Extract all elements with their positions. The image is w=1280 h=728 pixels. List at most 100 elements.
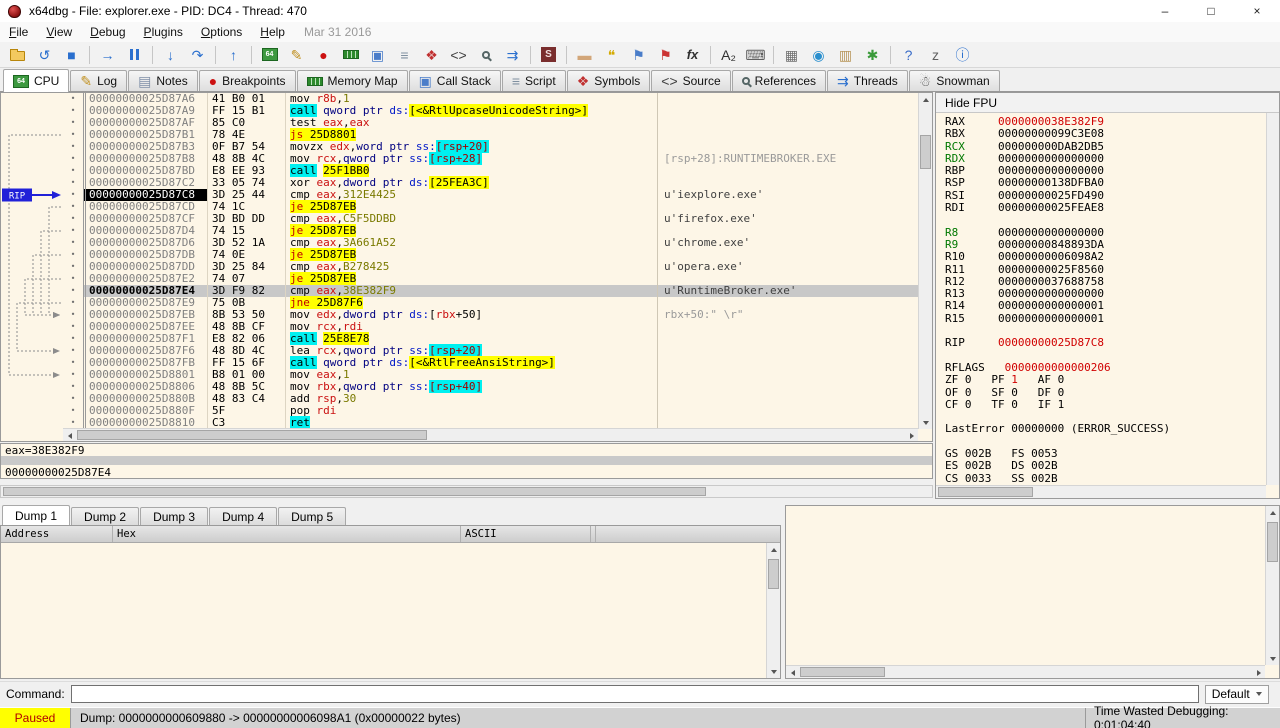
toolbar-separator xyxy=(890,46,891,64)
disasm-comment xyxy=(657,321,918,333)
snowman-icon[interactable]: S xyxy=(535,44,562,66)
command-label: Command: xyxy=(6,687,65,701)
menu-bar: FileViewDebugPluginsOptionsHelpMar 31 20… xyxy=(0,22,1280,42)
references-icon[interactable] xyxy=(472,44,499,66)
tab-references[interactable]: References xyxy=(732,70,826,91)
title-bar: x64dbg - File: explorer.exe - PID: DC4 -… xyxy=(0,0,1280,22)
status-time: Time Wasted Debugging: 0:01:04:40 xyxy=(1086,708,1280,728)
breakpoint-dot-icon: • xyxy=(63,237,83,249)
disassembly-vscrollbar[interactable] xyxy=(918,93,932,429)
calculator-icon[interactable]: ▦ xyxy=(778,44,805,66)
notify-icon[interactable]: z xyxy=(922,44,949,66)
tab-symbols[interactable]: ❖Symbols xyxy=(567,70,651,91)
menu-options[interactable]: Options xyxy=(192,23,251,41)
tab-log[interactable]: ✎Log xyxy=(70,70,127,91)
disasm-comment: rbx+50:" \r" xyxy=(657,309,918,321)
cpu-icon[interactable]: 64 xyxy=(256,44,283,66)
tab-source[interactable]: <>Source xyxy=(651,70,730,91)
step-into-icon[interactable]: ↓ xyxy=(157,44,184,66)
globe-icon[interactable]: ◉ xyxy=(805,44,832,66)
register-line[interactable]: CS 0033 SS 002B xyxy=(945,473,1266,485)
tab-snowman[interactable]: ☃Snowman xyxy=(909,70,1000,91)
about-icon[interactable]: ⓘ xyxy=(949,44,976,66)
profile-dropdown[interactable]: Default xyxy=(1205,685,1269,704)
register-line[interactable]: R15 0000000000000001 xyxy=(945,313,1266,325)
disasm-comment xyxy=(657,117,918,129)
run-icon[interactable]: → xyxy=(94,44,121,66)
script-icon: ≡ xyxy=(512,74,520,88)
functions-icon[interactable]: fx xyxy=(679,44,706,66)
maximize-button[interactable]: □ xyxy=(1188,0,1234,22)
dump-vscrollbar[interactable] xyxy=(766,543,780,678)
disasm-comment xyxy=(657,129,918,141)
script-icon[interactable]: ≡ xyxy=(391,44,418,66)
restart-icon[interactable]: ↺ xyxy=(31,44,58,66)
cpu-hscrollbar[interactable] xyxy=(0,485,933,498)
disasm-comment xyxy=(657,357,918,369)
tab-dump-1[interactable]: Dump 1 xyxy=(2,505,70,525)
registers-hscrollbar[interactable] xyxy=(936,485,1266,498)
tab-dump-5[interactable]: Dump 5 xyxy=(278,507,346,525)
patches-icon[interactable]: ▬ xyxy=(571,44,598,66)
close-button[interactable]: × xyxy=(1234,0,1280,22)
toolbar-separator xyxy=(566,46,567,64)
stack-vscrollbar[interactable] xyxy=(1265,506,1279,665)
call-stack-icon[interactable]: ▣ xyxy=(364,44,391,66)
tab-call-stack[interactable]: ▣Call Stack xyxy=(409,70,501,91)
disassembly-hscrollbar[interactable] xyxy=(63,428,918,441)
source-icon[interactable]: <> xyxy=(445,44,472,66)
step-over-icon[interactable]: ↷ xyxy=(184,44,211,66)
symbols-icon[interactable]: ❖ xyxy=(418,44,445,66)
stop-icon[interactable]: ■ xyxy=(58,44,85,66)
register-line[interactable]: RDI 00000000025FEAE8 xyxy=(945,202,1266,214)
run-to-return-icon[interactable]: ↑ xyxy=(220,44,247,66)
disasm-comment xyxy=(657,225,918,237)
memory-map-icon[interactable] xyxy=(337,44,364,66)
tab-script[interactable]: ≡Script xyxy=(502,70,566,91)
register-line[interactable]: RIP 00000000025D87C8 xyxy=(945,337,1266,349)
snowman-icon: ☃ xyxy=(919,74,932,88)
menu-debug[interactable]: Debug xyxy=(81,23,134,41)
minimize-button[interactable]: – xyxy=(1142,0,1188,22)
menu-help[interactable]: Help xyxy=(251,23,294,41)
registers-vscrollbar[interactable] xyxy=(1266,113,1279,485)
build-date: Mar 31 2016 xyxy=(294,23,381,41)
register-line[interactable]: CF 0 TF 0 IF 1 xyxy=(945,399,1266,411)
tab-cpu[interactable]: 64CPU xyxy=(3,69,69,92)
menu-file[interactable]: File xyxy=(0,23,37,41)
hide-fpu-button[interactable]: Hide FPU xyxy=(936,93,1279,113)
attach-icon[interactable]: ✱ xyxy=(859,44,886,66)
tab-label: Breakpoints xyxy=(222,74,285,88)
dump-header-hex: Hex xyxy=(113,526,461,542)
tab-dump-2[interactable]: Dump 2 xyxy=(71,507,139,525)
bookmarks-icon[interactable]: ⚑ xyxy=(652,44,679,66)
open-file-icon[interactable] xyxy=(4,44,31,66)
donate-icon[interactable]: ▥ xyxy=(832,44,859,66)
ascii-table-icon[interactable]: A₂ xyxy=(715,44,742,66)
call-stack-icon: ▣ xyxy=(419,74,432,88)
register-line[interactable]: LastError 00000000 (ERROR_SUCCESS) xyxy=(945,423,1266,435)
labels-icon[interactable]: ⚑ xyxy=(625,44,652,66)
breakpoint-dot-icon: • xyxy=(63,357,83,369)
stack-hscrollbar[interactable] xyxy=(786,665,1265,678)
comments-icon[interactable]: ❝ xyxy=(598,44,625,66)
breakpoints-icon[interactable]: ● xyxy=(310,44,337,66)
breakpoint-dot-icon: • xyxy=(63,177,83,189)
dump-table: AddressHexASCII xyxy=(0,525,781,679)
tab-memory-map[interactable]: Memory Map xyxy=(297,70,408,91)
tab-notes[interactable]: ▤Notes xyxy=(128,70,198,91)
tab-dump-4[interactable]: Dump 4 xyxy=(209,507,277,525)
command-input[interactable] xyxy=(71,685,1199,703)
menu-plugins[interactable]: Plugins xyxy=(135,23,192,41)
menu-view[interactable]: View xyxy=(37,23,81,41)
command-line-icon[interactable]: ⌨ xyxy=(742,44,769,66)
tab-dump-3[interactable]: Dump 3 xyxy=(140,507,208,525)
threads-icon[interactable]: ⇉ xyxy=(499,44,526,66)
help-icon[interactable]: ? xyxy=(895,44,922,66)
dump-rows xyxy=(1,543,766,678)
notes-icon[interactable]: ✎ xyxy=(283,44,310,66)
pause-icon[interactable] xyxy=(121,44,148,66)
disasm-comment xyxy=(657,177,918,189)
tab-breakpoints[interactable]: ●Breakpoints xyxy=(199,70,296,91)
tab-threads[interactable]: ⇉Threads xyxy=(827,70,908,91)
